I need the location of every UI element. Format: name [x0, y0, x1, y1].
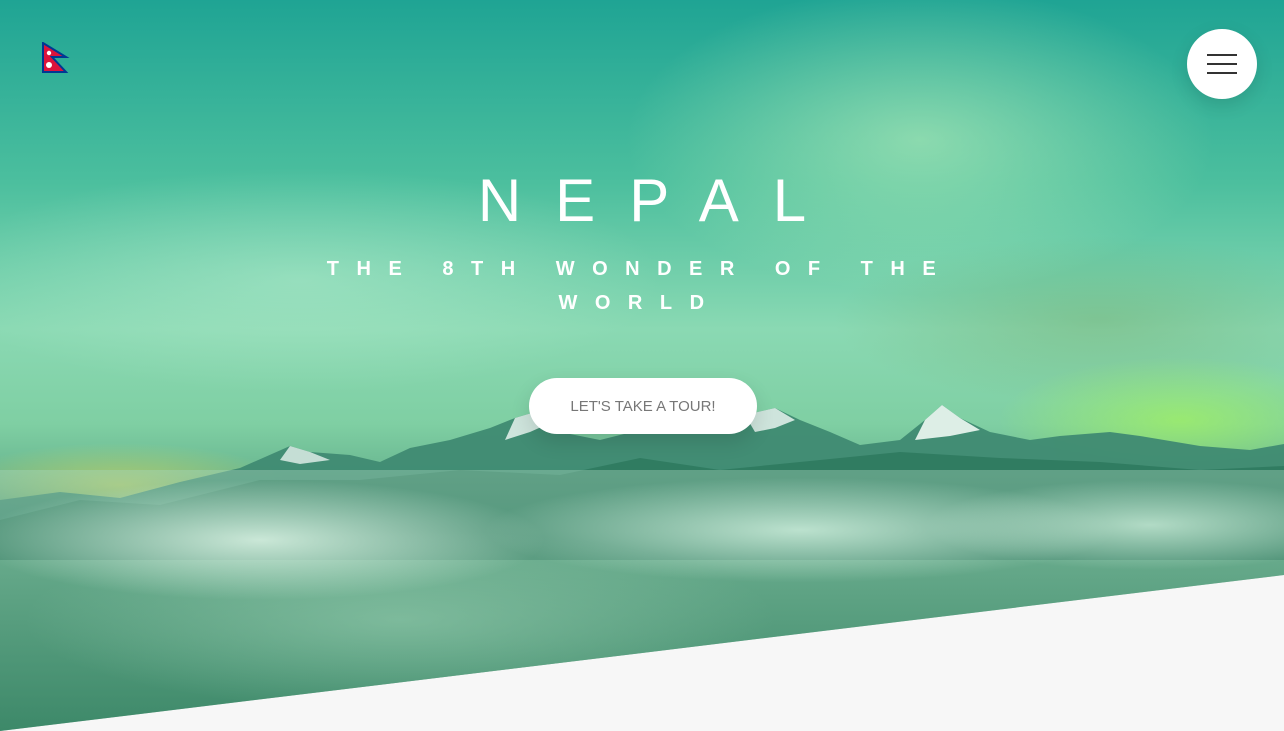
hero-title: NEPAL — [477, 167, 841, 234]
hero-section — [0, 0, 1284, 731]
menu-line-bottom — [1207, 72, 1237, 74]
menu-line-middle — [1207, 63, 1237, 65]
cloud-layer — [0, 470, 1284, 731]
nepal-flag-icon[interactable] — [42, 42, 70, 74]
hero-subtitle: THE 8TH WONDER OF THE WORLD — [326, 258, 954, 314]
take-tour-button[interactable]: LET'S TAKE A TOUR! — [529, 378, 757, 434]
hamburger-menu-icon — [1207, 54, 1237, 56]
hamburger-menu-button[interactable] — [1187, 29, 1257, 99]
